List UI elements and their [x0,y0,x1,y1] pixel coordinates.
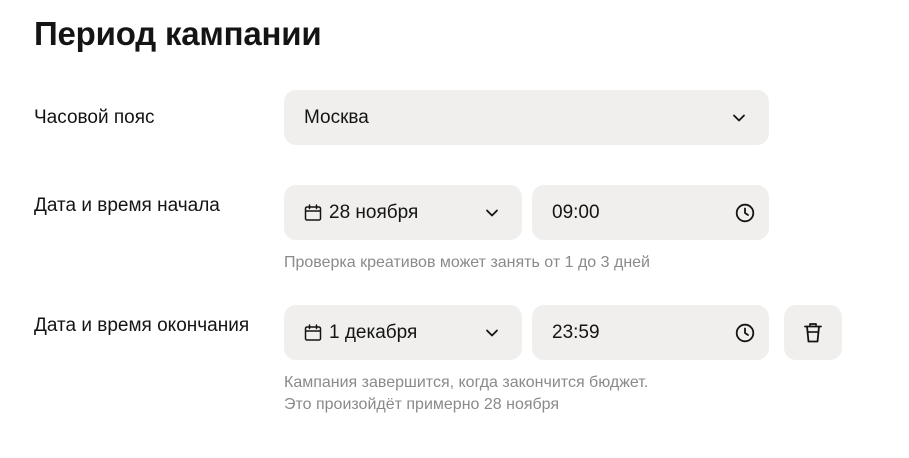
chevron-down-icon [486,209,498,216]
delete-end-date-button[interactable] [784,305,842,360]
end-date-select[interactable]: 1 декабря [284,305,522,360]
end-hint-line1: Кампания завершится, когда закончится бю… [284,374,649,391]
clock-icon [735,323,755,342]
end-time-value: 23:59 [552,321,600,343]
trash-icon [804,322,822,342]
timezone-label: Часовой пояс [34,107,155,128]
calendar-icon [304,323,322,341]
end-label: Дата и время окончания [34,315,250,336]
start-time-value: 09:00 [552,201,600,223]
end-date-value: 1 декабря [329,321,418,343]
clock-icon [735,203,755,222]
start-time-input[interactable]: 09:00 [532,185,769,240]
start-hint: Проверка креативов может занять от 1 до … [284,254,650,271]
end-hint-line2: Это произойдёт примерно 28 ноября [284,396,560,413]
chevron-down-icon [733,114,745,121]
end-time-input[interactable]: 23:59 [532,305,769,360]
page-title: Период кампании [34,15,322,52]
timezone-value: Москва [304,106,369,128]
chevron-down-icon [486,329,498,336]
start-label: Дата и время начала [34,195,220,216]
start-date-value: 28 ноября [329,201,419,223]
calendar-icon [304,203,322,221]
timezone-select[interactable]: Москва [284,90,769,145]
start-date-select[interactable]: 28 ноября [284,185,522,240]
